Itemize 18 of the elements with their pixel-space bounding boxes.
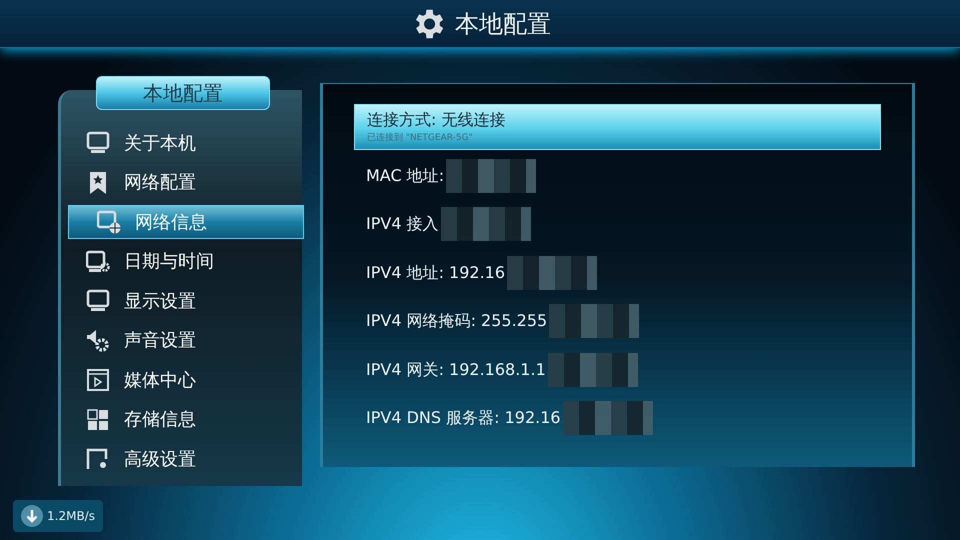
info-row[interactable]: IPV4 DNS 服务器: 192.16	[354, 395, 881, 441]
sidebar-item[interactable]: 日期与时间	[58, 244, 302, 278]
info-row[interactable]: IPV4 接入	[354, 201, 881, 247]
info-row[interactable]: IPV4 网关: 192.168.1.1	[354, 346, 881, 392]
sidebar-item[interactable]: 网络信息	[68, 205, 304, 239]
sidebar-item[interactable]: 网络配置	[58, 166, 302, 200]
info-row[interactable]: 连接方式: 无线连接 已连接到 "NETGEAR-5G"	[354, 104, 881, 150]
info-row[interactable]: MAC 地址:	[354, 152, 881, 198]
sidebar-item[interactable]: 显示设置	[58, 284, 302, 318]
info-row[interactable]: IPV4 网络掩码: 255.255	[354, 298, 881, 344]
speed-text: 1.2MB/s	[47, 508, 95, 525]
page-title: 本地配置	[455, 8, 551, 40]
sidebar-item[interactable]: 存储信息	[58, 402, 302, 436]
info-row[interactable]: IPV4 地址: 192.16	[354, 250, 881, 296]
sidebar-item[interactable]: 高级设置	[58, 442, 302, 476]
sidebar-item[interactable]: 媒体中心	[58, 363, 302, 397]
sidebar-item[interactable]: 关于本机	[58, 126, 302, 160]
sidebar-item[interactable]: 声音设置	[58, 324, 302, 358]
